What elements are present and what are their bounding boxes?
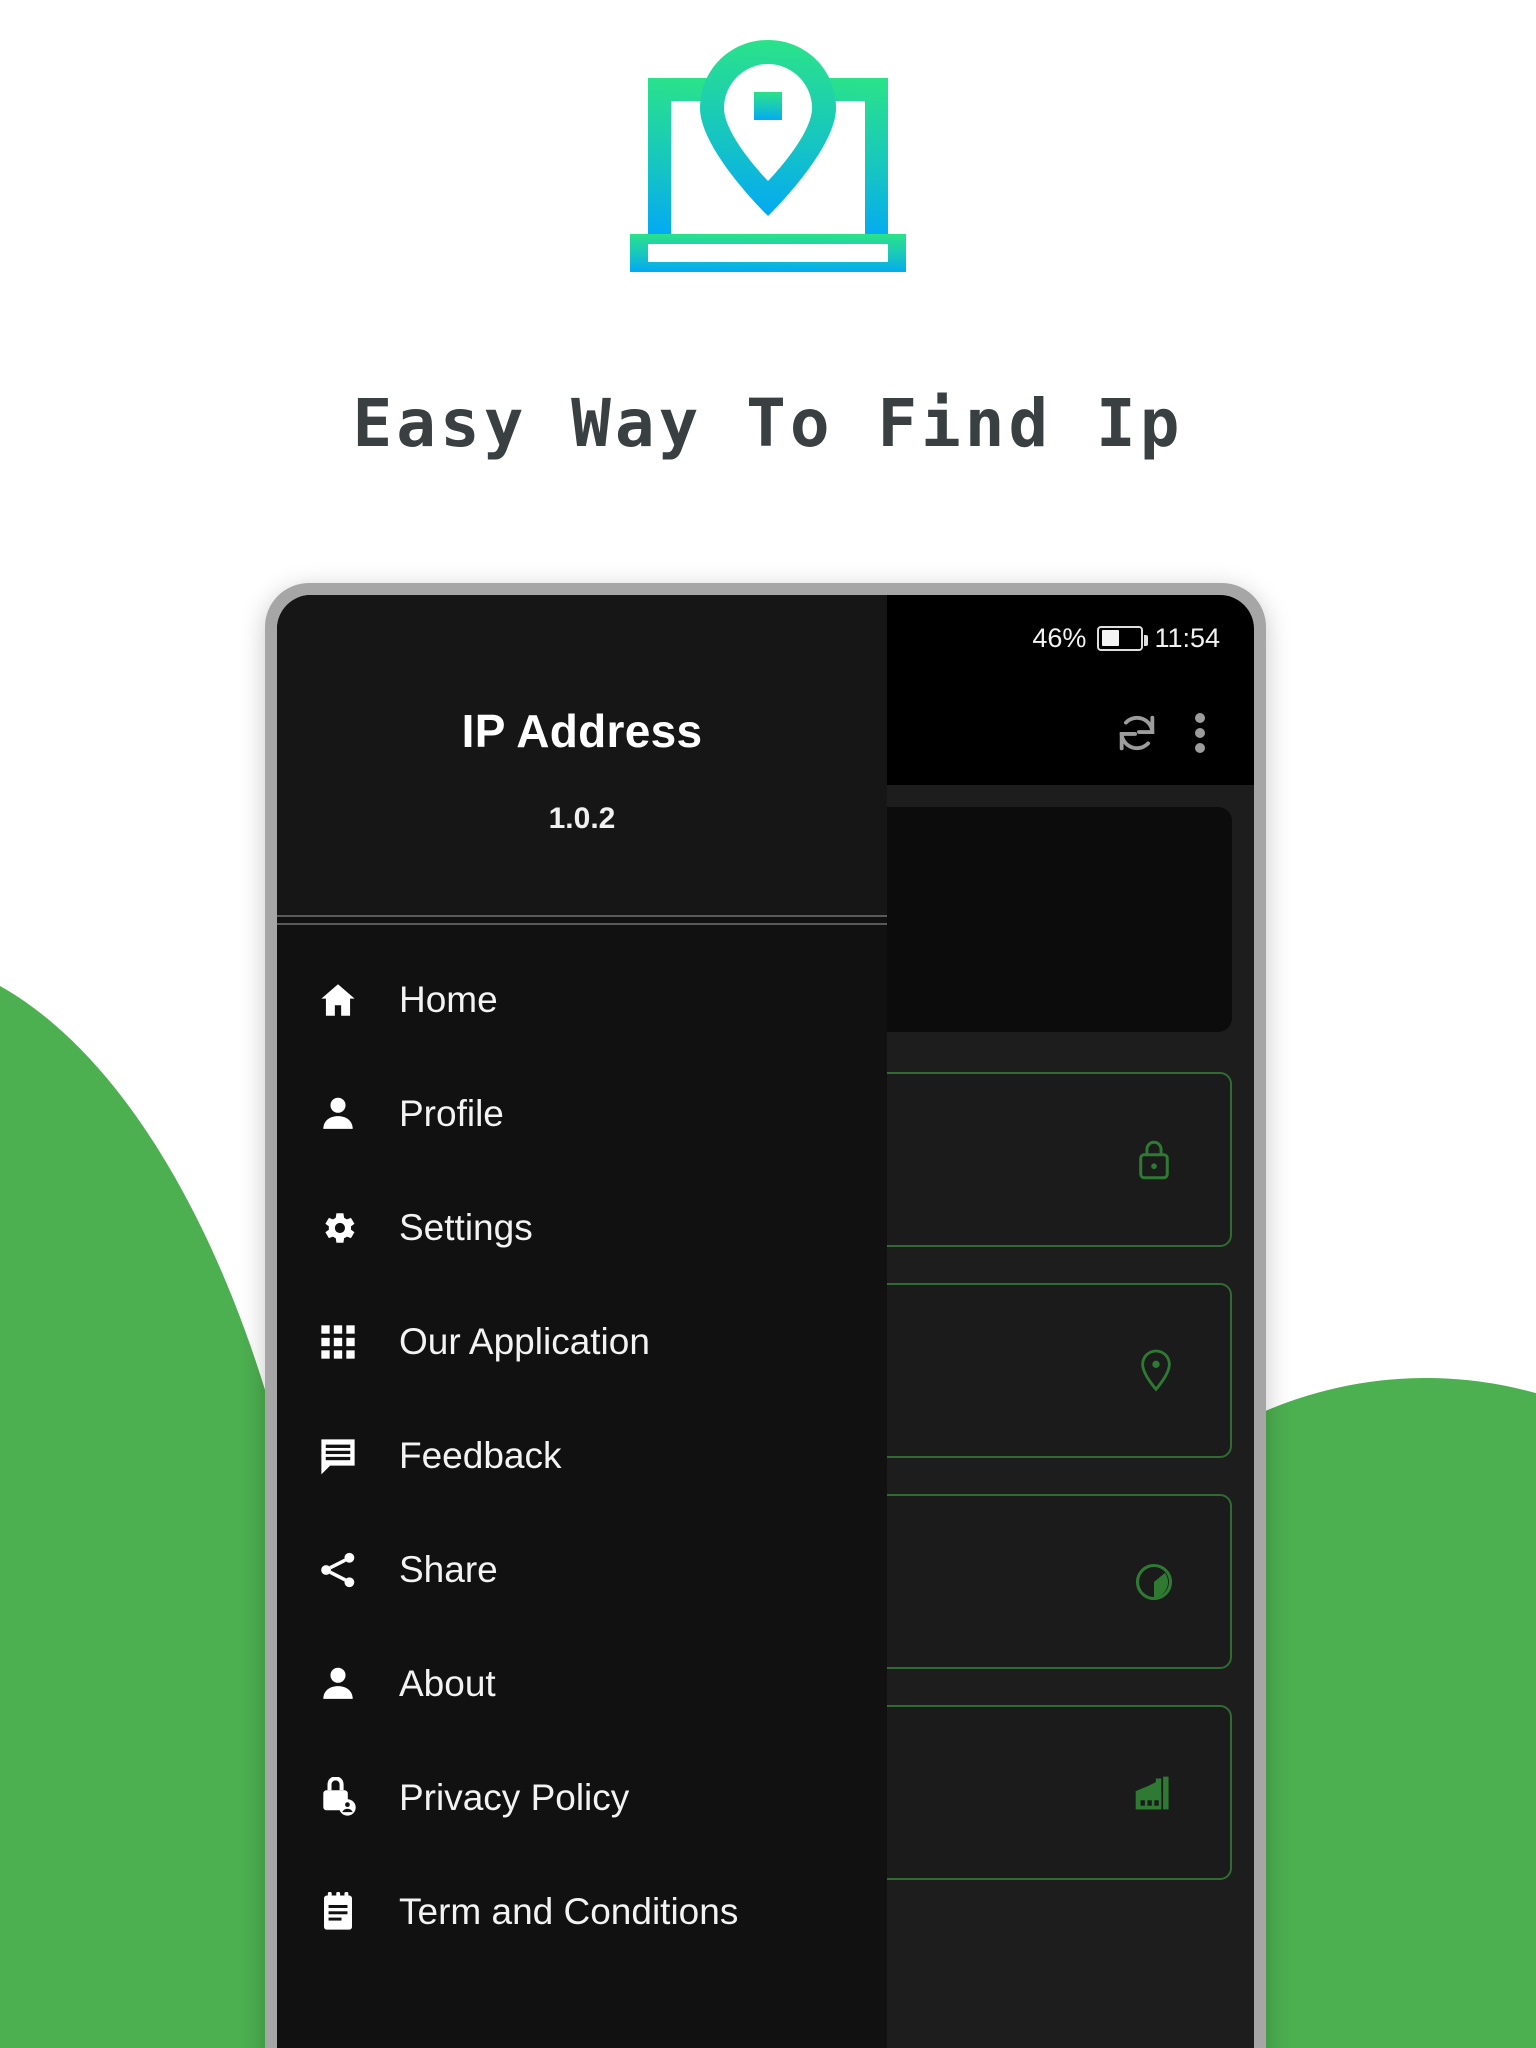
sidebar-item-label: Privacy Policy — [399, 1777, 630, 1818]
person-icon — [313, 1659, 363, 1709]
sidebar-item-label: About — [399, 1663, 496, 1704]
sidebar-item-home[interactable]: Home — [277, 943, 887, 1057]
home-icon — [313, 975, 363, 1025]
sidebar-item-label: Feedback — [399, 1435, 562, 1476]
location-pin-icon — [1136, 1347, 1176, 1395]
battery-icon — [1097, 625, 1149, 651]
sidebar-item-settings[interactable]: Settings — [277, 1171, 887, 1285]
sidebar-item-feedback[interactable]: Feedback — [277, 1399, 887, 1513]
battery-percent-label: 46% — [1032, 622, 1087, 653]
share-icon — [313, 1545, 363, 1595]
phone-mockup: VoLTE 1 VoLTE 2 — [265, 583, 1266, 2048]
drawer-header: IP Address 1.0.2 — [277, 595, 887, 915]
sidebar-item-label: Our Application — [399, 1321, 650, 1362]
comment-icon — [313, 1431, 363, 1481]
factory-icon — [1132, 1773, 1176, 1813]
phone-screen: VoLTE 1 VoLTE 2 — [277, 595, 1254, 2048]
status-bar-clock: 11:54 — [1154, 622, 1220, 653]
status-bar-right: 46% 11:54 — [1032, 623, 1220, 654]
battery-fill — [1101, 630, 1119, 646]
sidebar-item-label: Term and Conditions — [399, 1891, 739, 1932]
drawer-app-version: 1.0.2 — [548, 802, 616, 835]
sidebar-item-label: Home — [399, 979, 498, 1020]
clipboard-icon — [313, 1887, 363, 1937]
sidebar-item-label: Profile — [399, 1093, 504, 1134]
sidebar-item-our-application[interactable]: Our Application — [277, 1285, 887, 1399]
app-logo — [0, 38, 1536, 278]
refresh-icon[interactable] — [1114, 710, 1160, 756]
gear-icon — [313, 1203, 363, 1253]
promo-headline: Easy Way To Find Ip — [352, 385, 1184, 462]
apps-grid-icon — [313, 1317, 363, 1367]
sidebar-item-privacy-policy[interactable]: Privacy Policy — [277, 1741, 887, 1855]
speed-gauge-icon — [1132, 1560, 1176, 1604]
sidebar-item-terms-and-conditions[interactable]: Term and Conditions — [277, 1855, 887, 1969]
promo-stage: Easy Way To Find Ip VoLTE 1 VoLTE 2 — [0, 0, 1536, 2048]
lock-icon — [1132, 1137, 1176, 1183]
drawer-app-name: IP Address — [461, 705, 703, 757]
sidebar-item-share[interactable]: Share — [277, 1513, 887, 1627]
sidebar-item-about[interactable]: About — [277, 1627, 887, 1741]
lock-person-icon — [313, 1773, 363, 1823]
location-pin-in-frame-logo-icon — [630, 40, 906, 272]
drawer-menu: Home Profile Settings Our Application Fe… — [277, 925, 887, 1969]
more-vertical-icon[interactable] — [1194, 710, 1206, 756]
person-icon — [313, 1089, 363, 1139]
sidebar-item-label: Settings — [399, 1207, 533, 1248]
drawer-divider-top — [277, 915, 887, 917]
sidebar-item-profile[interactable]: Profile — [277, 1057, 887, 1171]
navigation-drawer: IP Address 1.0.2 Home Profile Settings O… — [277, 595, 887, 2048]
sidebar-item-label: Share — [399, 1549, 498, 1590]
